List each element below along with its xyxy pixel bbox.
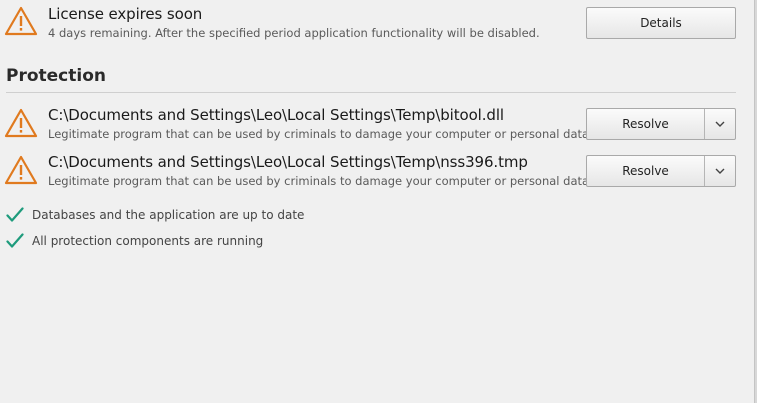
resolve-button[interactable]: Resolve bbox=[587, 156, 705, 186]
details-button[interactable]: Details bbox=[586, 7, 736, 39]
checkmark-icon bbox=[6, 207, 24, 222]
resolve-options-button[interactable] bbox=[705, 109, 735, 139]
section-title: Protection bbox=[6, 66, 106, 86]
checkmark-icon bbox=[6, 233, 24, 248]
protection-panel: License expires soon 4 days remaining. A… bbox=[0, 0, 757, 403]
threat-description: Legitimate program that can be used by c… bbox=[48, 174, 593, 188]
resolve-split-button: Resolve bbox=[586, 155, 736, 187]
chevron-down-icon bbox=[715, 168, 725, 174]
status-text: All protection components are running bbox=[32, 234, 264, 248]
license-title: License expires soon bbox=[48, 5, 203, 23]
resolve-button[interactable]: Resolve bbox=[587, 109, 705, 139]
status-item: Databases and the application are up to … bbox=[6, 207, 304, 223]
threat-path: C:\Documents and Settings\Leo\Local Sett… bbox=[48, 153, 528, 171]
threat-description: Legitimate program that can be used by c… bbox=[48, 127, 593, 141]
section-divider bbox=[6, 92, 736, 93]
warning-icon bbox=[4, 107, 38, 139]
warning-icon bbox=[4, 5, 38, 37]
status-text: Databases and the application are up to … bbox=[32, 208, 305, 222]
resolve-split-button: Resolve bbox=[586, 108, 736, 140]
status-item: All protection components are running bbox=[6, 233, 263, 249]
warning-icon bbox=[4, 154, 38, 186]
license-description: 4 days remaining. After the specified pe… bbox=[48, 26, 540, 40]
resolve-options-button[interactable] bbox=[705, 156, 735, 186]
chevron-down-icon bbox=[715, 121, 725, 127]
threat-path: C:\Documents and Settings\Leo\Local Sett… bbox=[48, 106, 504, 124]
